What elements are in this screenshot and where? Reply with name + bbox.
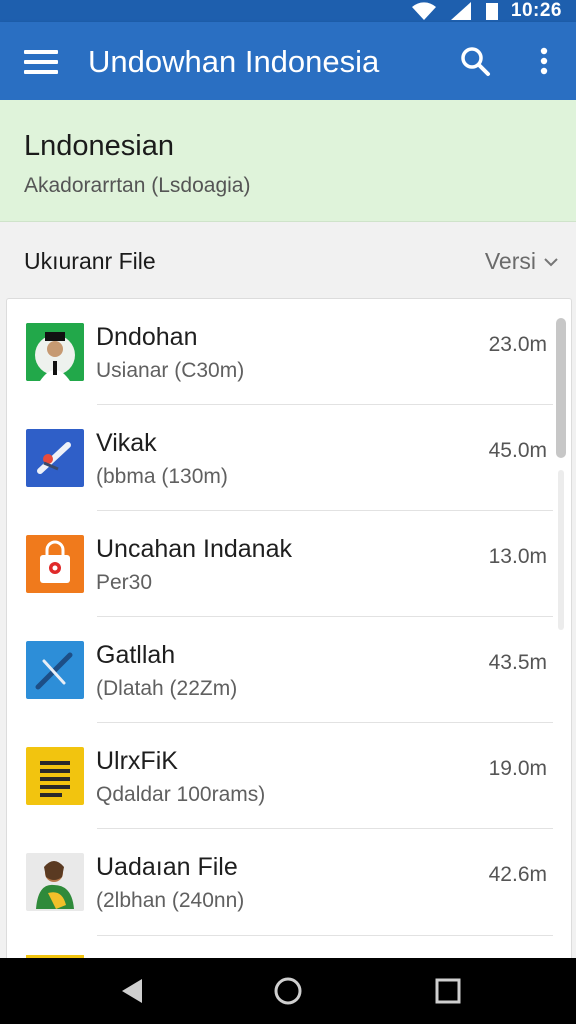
file-name: Uncahan Indanak	[96, 535, 292, 563]
home-icon[interactable]	[272, 975, 304, 1007]
version-dropdown-label: Versi	[484, 248, 536, 274]
file-size: 43.5m	[488, 651, 547, 674]
file-detail: (bbma (130m)	[96, 465, 228, 488]
file-detail: Per30	[96, 571, 153, 594]
list-item[interactable]: Uncahan Indanak Per30 13.0m	[7, 511, 571, 617]
app-bar: Undowhan Indonesia	[0, 22, 576, 100]
list-item[interactable]: Uadaıan File (2lbhan (240nn) 42.6m	[7, 829, 571, 935]
app-title: Undowhan Indonesia	[88, 44, 380, 79]
divider	[97, 935, 553, 936]
list-item[interactable]: Gatllah (Dlatah (22Zm) 43.5m	[7, 617, 571, 723]
clock: 10:26	[510, 0, 562, 21]
file-detail: Usianar (C30m)	[96, 359, 245, 382]
file-size: 19.0m	[488, 757, 547, 780]
file-size: 13.0m	[488, 545, 547, 568]
version-dropdown[interactable]: Versi	[485, 248, 558, 275]
banner-subtitle: Akadorarrtan (Lsdoagia)	[24, 174, 251, 197]
file-detail: (2lbhan (240nn)	[96, 889, 245, 912]
list-item[interactable]: Vikak (bbma (130m) 45.0m	[7, 405, 571, 511]
wifi-icon	[411, 2, 436, 20]
battery-icon	[485, 3, 498, 20]
file-size: 42.6m	[488, 863, 547, 886]
person-photo-icon	[26, 323, 84, 381]
scrollbar-thumb[interactable]	[556, 318, 566, 458]
file-name: Vikak	[96, 429, 157, 457]
brush-icon	[26, 429, 84, 487]
recents-icon[interactable]	[432, 975, 464, 1007]
file-detail: (Dlatah (22Zm)	[96, 677, 238, 700]
file-detail: Qdaldar 100rams)	[96, 783, 266, 806]
sort-bar: Ukıuranr File Versi	[0, 222, 576, 300]
document-lines-icon	[26, 747, 84, 805]
avatar-illustration-icon	[26, 853, 84, 911]
search-icon[interactable]	[458, 44, 492, 78]
file-name: Dndohan	[96, 323, 198, 351]
shopping-bag-icon	[26, 535, 84, 593]
file-list: Dndohan Usianar (C30m) 23.0m Vikak (bbma…	[6, 298, 572, 962]
list-item[interactable]: UlrxFiK Qdaldar 100rams) 19.0m	[7, 723, 571, 829]
banner-heading: Lndonesian	[24, 130, 174, 162]
system-nav-bar	[0, 958, 576, 1024]
signal-icon	[450, 2, 471, 20]
file-name: UlrxFiK	[96, 747, 178, 775]
chevron-down-icon	[544, 257, 558, 266]
sort-label: Ukıuranr File	[24, 248, 156, 274]
status-bar: 10:26	[0, 0, 576, 22]
file-name: Gatllah	[96, 641, 176, 669]
list-item[interactable]: Dndohan Usianar (C30m) 23.0m	[7, 299, 571, 405]
hamburger-menu-icon[interactable]	[24, 50, 58, 74]
header-banner: Lndonesian Akadorarrtan (Lsdoagia)	[0, 100, 576, 222]
pencil-icon	[26, 641, 84, 699]
more-vert-icon[interactable]	[532, 44, 556, 78]
file-size: 45.0m	[488, 439, 547, 462]
file-size: 23.0m	[488, 333, 547, 356]
scrollbar-track[interactable]	[558, 470, 564, 630]
file-name: Uadaıan File	[96, 853, 238, 881]
back-icon[interactable]	[116, 975, 148, 1007]
